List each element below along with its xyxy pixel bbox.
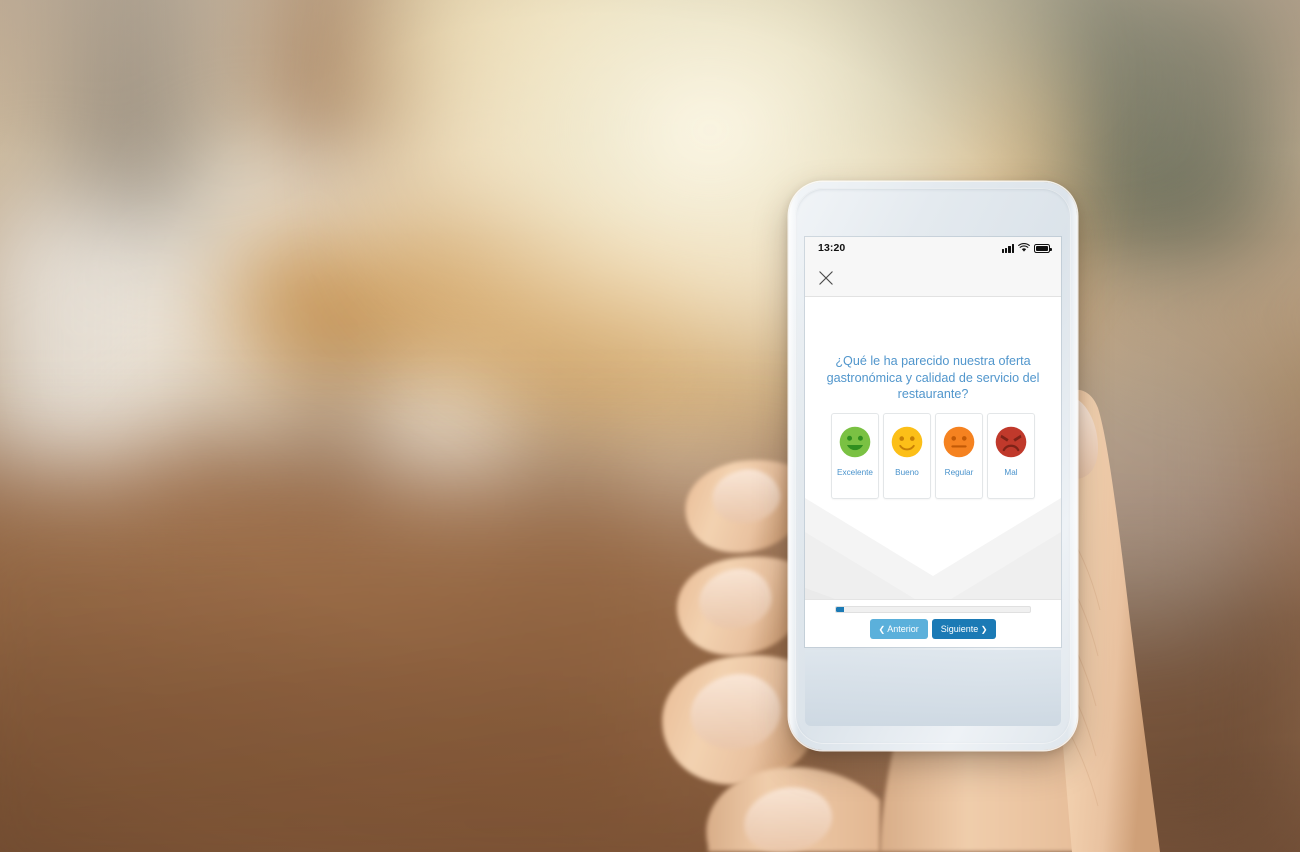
signal-bars-icon	[1001, 243, 1014, 253]
hand-holding-phone	[662, 389, 1160, 852]
battery-full-icon	[1034, 244, 1052, 253]
previous-button[interactable]: ❮ Anterior	[869, 619, 928, 639]
phone-screen: 13:20 ¿Qué le ha parecido nuestra oferta…	[805, 237, 1061, 647]
next-button[interactable]: Siguiente ❯	[931, 619, 997, 639]
chevron-left-icon: ❮	[878, 625, 886, 634]
status-icons	[1001, 243, 1052, 253]
previous-button-label: Anterior	[887, 624, 919, 634]
phone-bottom-bezel	[805, 650, 1061, 726]
progress-bar-fill	[836, 607, 844, 612]
wifi-icon	[1018, 243, 1030, 252]
phone-edge-left	[789, 182, 799, 750]
rating-option-mal[interactable]: Mal	[987, 412, 1035, 499]
smiley-angry-icon	[995, 426, 1027, 458]
survey-footer: ❮ Anterior Siguiente ❯	[805, 599, 1061, 647]
rating-option-bueno[interactable]: Bueno	[883, 412, 931, 499]
survey-question: ¿Qué le ha parecido nuestra oferta gastr…	[826, 354, 1040, 402]
progress-bar[interactable]	[835, 606, 1031, 613]
status-bar: 13:20	[805, 237, 1061, 259]
rating-option-label: Mal	[1004, 467, 1018, 477]
navigation-buttons: ❮ Anterior Siguiente ❯	[869, 619, 997, 639]
smartphone: 13:20 ¿Qué le ha parecido nuestra oferta…	[789, 182, 1077, 750]
rating-option-label: Bueno	[895, 467, 919, 477]
rating-option-excelente[interactable]: Excelente	[831, 412, 879, 499]
smiley-neutral-icon	[943, 426, 975, 458]
smiley-happy-icon	[839, 426, 871, 458]
rating-option-label: Regular	[944, 467, 974, 477]
chevron-right-icon: ❯	[980, 625, 988, 634]
status-time: 13:20	[818, 242, 846, 254]
smiley-smile-icon	[891, 426, 923, 458]
phone-edge-right	[1067, 182, 1077, 750]
rating-options: Excelente Bueno Regular Mal	[805, 412, 1061, 499]
next-button-label: Siguiente	[940, 624, 979, 634]
rating-option-regular[interactable]: Regular	[935, 412, 983, 499]
rating-option-label: Excelente	[837, 467, 873, 477]
close-icon[interactable]	[817, 269, 835, 287]
nav-bar	[805, 259, 1061, 297]
survey-content: ¿Qué le ha parecido nuestra oferta gastr…	[805, 297, 1061, 628]
